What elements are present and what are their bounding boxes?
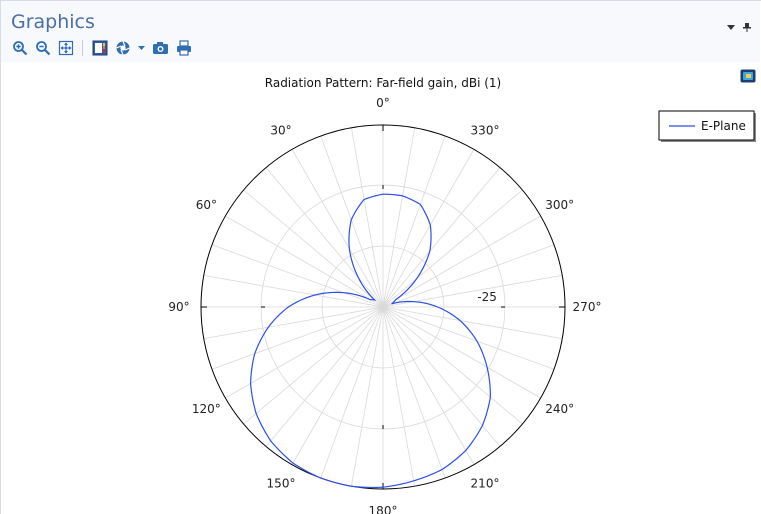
angle-tick-label: 90°	[168, 300, 189, 314]
polar-grid	[200, 124, 566, 490]
angle-tick-label: 210°	[471, 477, 500, 491]
radial-tick-label: -25	[477, 290, 497, 304]
angle-tick-label: 300°	[545, 198, 574, 212]
angle-tick-label: 240°	[545, 402, 574, 416]
radial-tick-labels: -25	[477, 290, 497, 304]
angle-tick-label: 120°	[192, 402, 221, 416]
legend-entry: E-Plane	[701, 119, 746, 133]
angle-tick-label: 270°	[573, 300, 602, 314]
angle-tick-label: 150°	[267, 477, 296, 491]
angle-tick-label: 60°	[196, 198, 217, 212]
polar-chart: Radiation Pattern: Far-field gain, dBi (…	[168, 76, 756, 514]
angle-tick-label: 0°	[376, 96, 390, 110]
legend[interactable]: E-Plane	[658, 110, 756, 142]
angle-tick-label: 180°	[369, 504, 398, 514]
angle-tick-label: 30°	[270, 123, 291, 137]
chart-title: Radiation Pattern: Far-field gain, dBi (…	[265, 76, 501, 90]
angle-tick-label: 330°	[471, 123, 500, 137]
